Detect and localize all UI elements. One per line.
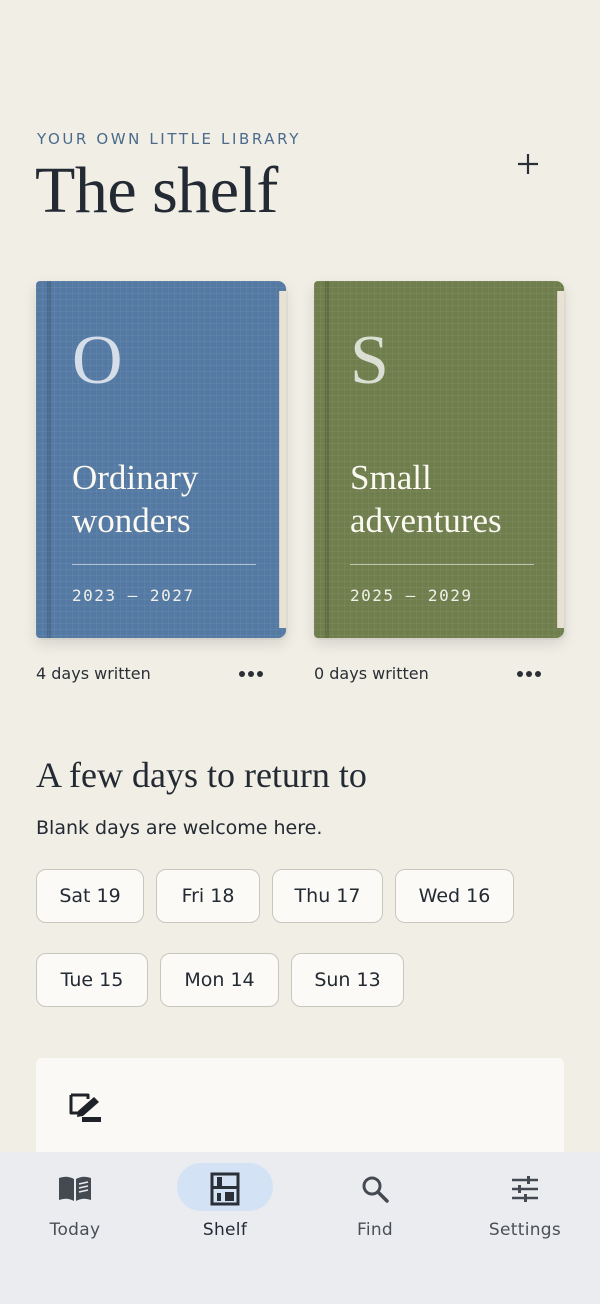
section-subtitle: Blank days are welcome here. — [36, 817, 323, 839]
nav-item-settings[interactable]: Settings — [450, 1152, 600, 1262]
day-chip[interactable]: Fri 18 — [156, 869, 260, 923]
book-more-button[interactable] — [237, 664, 265, 684]
nav-item-find[interactable]: Find — [300, 1152, 450, 1262]
add-book-button[interactable] — [510, 146, 546, 182]
more-horizontal-icon — [517, 671, 541, 677]
day-chip[interactable]: Thu 17 — [272, 869, 383, 923]
book-title: Ordinary wonders — [72, 458, 199, 540]
book-divider — [350, 564, 534, 565]
edit-note-icon — [69, 1093, 101, 1122]
book-card-small-adventures[interactable]: S Small adventures 2025 — 2029 — [314, 281, 564, 638]
day-chip[interactable]: Sat 19 — [36, 869, 144, 923]
book-spine — [47, 281, 51, 638]
day-chip[interactable]: Sun 13 — [291, 953, 404, 1007]
book-spine — [325, 281, 329, 638]
plus-icon — [518, 154, 538, 174]
book-open-icon — [59, 1176, 91, 1201]
day-chip[interactable]: Wed 16 — [395, 869, 514, 923]
book-pages — [557, 291, 564, 628]
book-initial: S — [350, 322, 389, 399]
page-eyebrow: YOUR OWN LITTLE LIBRARY — [37, 130, 301, 148]
book-initial: O — [72, 322, 123, 399]
day-chip[interactable]: Tue 15 — [36, 953, 148, 1007]
book-card-ordinary-wonders[interactable]: O Ordinary wonders 2023 — 2027 — [36, 281, 286, 638]
book-pages — [279, 291, 286, 628]
nav-item-today[interactable]: Today — [0, 1152, 150, 1262]
book-divider — [72, 564, 256, 565]
bottom-navigation: Today Shelf Find Settings — [0, 1152, 600, 1304]
book-more-button[interactable] — [515, 664, 543, 684]
nav-label: Today — [49, 1220, 101, 1240]
sliders-icon — [512, 1176, 538, 1202]
book-years: 2025 — 2029 — [350, 586, 473, 605]
nav-label: Shelf — [202, 1220, 248, 1240]
search-icon — [362, 1176, 389, 1203]
day-chip[interactable]: Mon 14 — [160, 953, 279, 1007]
more-horizontal-icon — [239, 671, 263, 677]
book-years: 2023 — 2027 — [72, 586, 195, 605]
book-title: Small adventures — [350, 458, 502, 540]
nav-label: Find — [356, 1220, 394, 1240]
nav-label: Settings — [488, 1220, 562, 1240]
page-title: The shelf — [35, 154, 278, 227]
section-title: A few days to return to — [36, 755, 367, 795]
nav-item-shelf[interactable]: Shelf — [150, 1152, 300, 1262]
book-days-written: 4 days written — [36, 664, 151, 683]
book-days-written: 0 days written — [314, 664, 429, 683]
shelf-icon — [210, 1172, 240, 1206]
